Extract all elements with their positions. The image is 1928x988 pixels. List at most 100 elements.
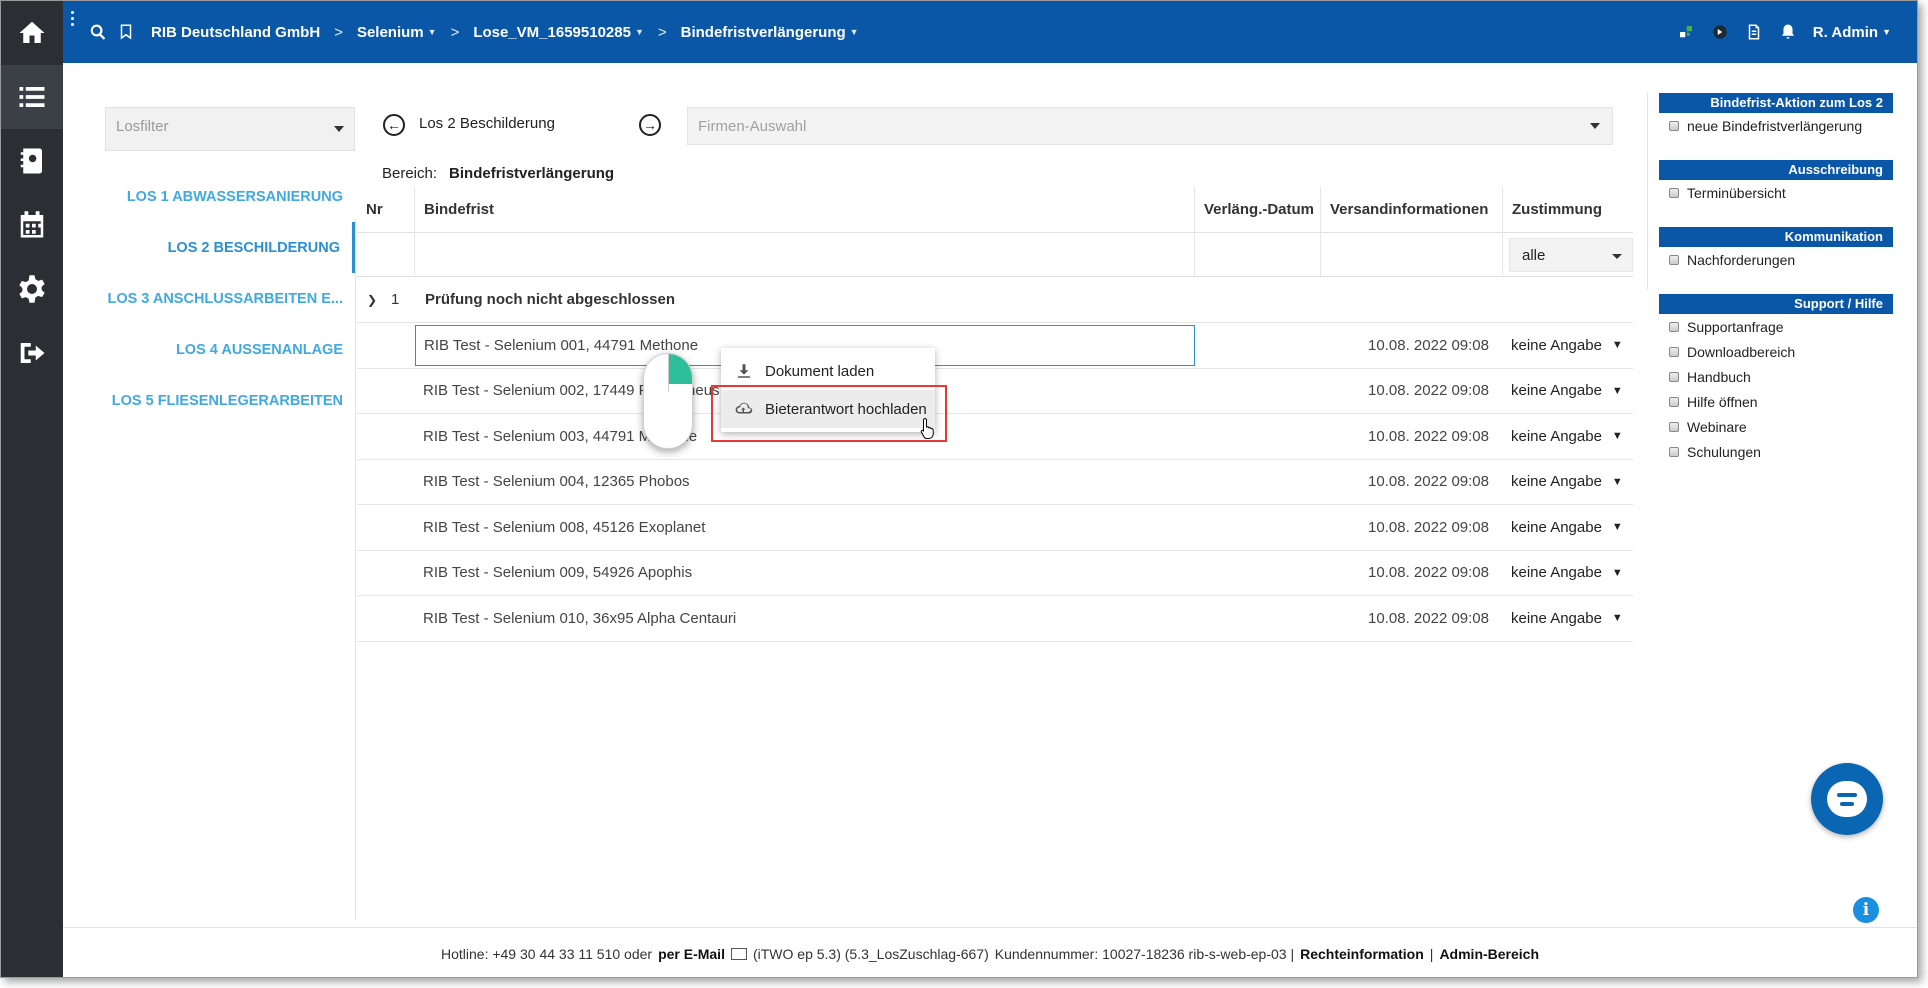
app-window: RIB Deutschland GmbH > Selenium ▼ > Lose_… [0, 0, 1918, 978]
group-number: 1 [391, 291, 400, 308]
table-row[interactable]: RIB Test - Selenium 003, 44791 Methone 1… [357, 414, 1633, 460]
footer-email-link[interactable]: per E-Mail [658, 946, 725, 962]
losfilter-select[interactable]: Losfilter [105, 107, 355, 151]
switch-icon[interactable] [1711, 23, 1729, 41]
doc-icon [1669, 254, 1679, 265]
versand-date: 10.08. 2022 09:08 [1368, 473, 1489, 491]
col-zustimmung[interactable]: Zustimmung [1503, 187, 1633, 233]
zustimmung-dropdown[interactable]: keine Angabe ▼ [1503, 564, 1633, 581]
versand-date: 10.08. 2022 09:08 [1368, 336, 1489, 354]
settings-icon[interactable] [1, 257, 63, 321]
footer-admin-link[interactable]: Admin-Bereich [1439, 946, 1539, 962]
col-bindefrist[interactable]: Bindefrist [415, 186, 1195, 233]
sidebar-block-ausschreibung: Ausschreibung Terminübersicht [1659, 160, 1893, 205]
footer-kundennummer: Kundennummer: 10027-18236 rib-s-web-ep-0… [994, 945, 1295, 962]
sidebar-divider [1647, 93, 1648, 289]
breadcrumb: RIB Deutschland GmbH > Selenium ▼ > Lose_… [147, 24, 863, 41]
firmen-select[interactable]: Firmen-Auswahl [687, 107, 1613, 145]
zustimmung-dropdown[interactable]: keine Angabe ▼ [1503, 382, 1633, 399]
breadcrumb-area[interactable]: Bindefristverlängerung ▼ [677, 24, 863, 41]
table-header: Nr Bindefrist Verläng.-Datum Versandinfo… [357, 186, 1633, 233]
versand-date: 10.08. 2022 09:08 [1368, 518, 1489, 536]
table-row[interactable]: RIB Test - Selenium 008, 45126 Exoplanet… [357, 505, 1633, 551]
current-lot-title: Los 2 Beschilderung [419, 115, 555, 132]
sidebar-link-neue-bindefristverlaengerung[interactable]: neue Bindefristverlängerung [1659, 113, 1893, 138]
sidebar-block-kommunikation: Kommunikation Nachforderungen [1659, 227, 1893, 272]
zustimmung-filter-select[interactable]: alle [1509, 238, 1633, 272]
sidebar-link-supportanfrage[interactable]: Supportanfrage [1659, 314, 1893, 339]
sidebar-link-schulungen[interactable]: Schulungen [1659, 439, 1893, 464]
breadcrumb-company[interactable]: RIB Deutschland GmbH [147, 24, 324, 41]
doc-icon [1669, 421, 1679, 432]
footer-rechteinformation-link[interactable]: Rechteinformation [1300, 946, 1424, 962]
zustimmung-dropdown[interactable]: keine Angabe ▼ [1503, 610, 1633, 627]
table-row[interactable]: RIB Test - Selenium 004, 12365 Phobos 10… [357, 460, 1633, 505]
next-lot-button[interactable]: → [639, 114, 661, 136]
breadcrumb-lot-package[interactable]: Lose_VM_1659510285 ▼ [469, 24, 648, 41]
info-icon[interactable]: i [1853, 897, 1879, 923]
collapse-chevron-icon[interactable]: ❯ [367, 293, 391, 307]
lot-item-3[interactable]: LOS 3 ANSCHLUSSARBEITEN E... [105, 273, 355, 324]
col-verlaeng-datum[interactable]: Verläng.-Datum [1195, 186, 1321, 233]
lot-item-2[interactable]: LOS 2 BESCHILDERUNG [105, 222, 355, 273]
footer: Hotline: +49 30 44 33 11 510 oder per E-… [63, 927, 1917, 977]
bidder-name[interactable]: RIB Test - Selenium 010, 36x95 Alpha Cen… [415, 596, 1195, 641]
document-icon[interactable] [1745, 23, 1763, 41]
calendar-icon[interactable] [1, 193, 63, 257]
zustimmung-dropdown[interactable]: keine Angabe ▼ [1503, 519, 1633, 536]
col-nr[interactable]: Nr [357, 186, 415, 233]
breadcrumb-project[interactable]: Selenium ▼ [353, 24, 441, 41]
doc-icon [1669, 321, 1679, 332]
sidebar-heading: Support / Hilfe [1659, 294, 1893, 314]
sidebar-heading: Bindefrist-Aktion zum Los 2 [1659, 93, 1893, 113]
sidebar-block-support: Support / Hilfe Supportanfrage Downloadb… [1659, 294, 1893, 464]
sidebar-heading: Kommunikation [1659, 227, 1893, 247]
chat-button[interactable] [1811, 763, 1883, 835]
logout-icon[interactable] [1, 321, 63, 385]
sidebar-link-handbuch[interactable]: Handbuch [1659, 364, 1893, 389]
versand-date: 10.08. 2022 09:08 [1368, 564, 1489, 582]
doc-icon [1669, 187, 1679, 198]
bidder-name[interactable]: RIB Test - Selenium 009, 54926 Apophis [415, 551, 1195, 596]
sidebar-block-bindefrist: Bindefrist-Aktion zum Los 2 neue Bindefr… [1659, 93, 1893, 138]
mail-icon [730, 947, 747, 960]
versand-date: 10.08. 2022 09:08 [1368, 427, 1489, 445]
sidebar-link-terminuebersicht[interactable]: Terminübersicht [1659, 180, 1893, 205]
sidebar-link-nachforderungen[interactable]: Nachforderungen [1659, 247, 1893, 272]
col-versandinformationen[interactable]: Versandinformationen [1321, 186, 1503, 233]
bell-icon[interactable] [1779, 23, 1797, 41]
sidebar-heading: Ausschreibung [1659, 160, 1893, 180]
table-row[interactable]: RIB Test - Selenium 002, 17449 Prometheu… [357, 369, 1633, 414]
table-row[interactable]: RIB Test - Selenium 001, 44791 Methone 1… [357, 323, 1633, 369]
zustimmung-dropdown[interactable]: keine Angabe ▼ [1503, 428, 1633, 445]
left-rail [1, 1, 63, 977]
zustimmung-dropdown[interactable]: keine Angabe ▼ [1503, 337, 1633, 354]
contacts-icon[interactable] [1, 129, 63, 193]
table-row[interactable]: RIB Test - Selenium 010, 36x95 Alpha Cen… [357, 596, 1633, 642]
lot-navigation: LOS 1 ABWASSERSANIERUNG LOS 2 BESCHILDER… [105, 171, 355, 426]
previous-lot-button[interactable]: ← [383, 114, 405, 136]
right-sidebar: Bindefrist-Aktion zum Los 2 neue Bindefr… [1659, 93, 1893, 486]
sidebar-link-webinare[interactable]: Webinare [1659, 414, 1893, 439]
bidder-name[interactable]: RIB Test - Selenium 008, 45126 Exoplanet [415, 505, 1195, 550]
sidebar-link-hilfe-oeffnen[interactable]: Hilfe öffnen [1659, 389, 1893, 414]
bidder-name[interactable]: RIB Test - Selenium 004, 12365 Phobos [415, 460, 1195, 505]
lot-item-5[interactable]: LOS 5 FLIESENLEGERARBEITEN [105, 375, 355, 426]
bookmark-icon[interactable] [117, 23, 135, 41]
search-icon[interactable] [89, 23, 107, 41]
doc-icon [1669, 120, 1679, 131]
list-icon[interactable] [1, 65, 63, 129]
more-menu-icon[interactable] [63, 1, 81, 63]
lot-item-4[interactable]: LOS 4 AUSSENANLAGE [105, 324, 355, 375]
bereich-value: Bindefristverlängerung [449, 165, 615, 182]
apps-icon[interactable] [1677, 23, 1695, 41]
versand-date: 10.08. 2022 09:08 [1368, 382, 1489, 400]
table-row[interactable]: RIB Test - Selenium 009, 54926 Apophis 1… [357, 551, 1633, 596]
user-menu[interactable]: R. Admin ▼ [1813, 24, 1891, 41]
lot-item-1[interactable]: LOS 1 ABWASSERSANIERUNG [105, 171, 355, 222]
versand-date: 10.08. 2022 09:08 [1368, 609, 1489, 627]
group-label: Prüfung noch nicht abgeschlossen [425, 291, 676, 308]
sidebar-link-downloadbereich[interactable]: Downloadbereich [1659, 339, 1893, 364]
home-icon[interactable] [1, 1, 63, 65]
zustimmung-dropdown[interactable]: keine Angabe ▼ [1503, 473, 1633, 490]
